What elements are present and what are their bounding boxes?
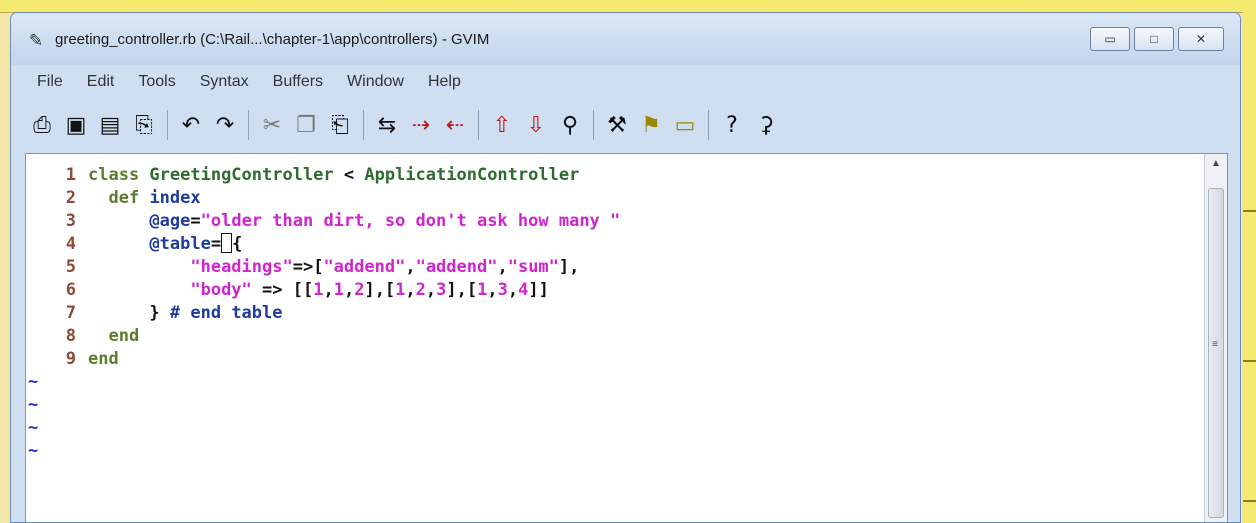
run-script-icon[interactable]: ⚲ xyxy=(557,110,583,140)
menu-file[interactable]: File xyxy=(11,73,73,91)
close-button[interactable]: ✕ xyxy=(1178,27,1224,51)
minimize-button[interactable]: ▭ xyxy=(1090,27,1130,51)
code-line: 6 "body" => [[1,1,2],[1,2,3],[1,3,4]] xyxy=(65,280,549,300)
vertical-scrollbar[interactable]: ▲ ≡ xyxy=(1204,154,1227,522)
code-line: 4 @table={ xyxy=(65,233,243,254)
ctags-icon[interactable]: ⚑ xyxy=(638,110,664,140)
help-icon[interactable]: ? xyxy=(719,110,745,140)
menu-syntax[interactable]: Syntax xyxy=(186,73,259,91)
redo-icon[interactable]: ↷ xyxy=(212,110,238,140)
save-all-icon[interactable]: ▤ xyxy=(97,110,123,140)
menu-edit[interactable]: Edit xyxy=(73,73,125,91)
minimize-icon: ▭ xyxy=(1104,32,1116,46)
copy-icon[interactable]: ❐ xyxy=(293,110,319,140)
close-icon: ✕ xyxy=(1195,32,1207,46)
gvim-window: ✎ greeting_controller.rb (C:\Rail...\cha… xyxy=(10,12,1241,523)
grip-icon: ≡ xyxy=(1212,339,1218,350)
menu-window[interactable]: Window xyxy=(333,73,414,91)
save-icon[interactable]: ▣ xyxy=(63,110,89,140)
toolbar-separator xyxy=(363,110,364,140)
code-line: 5 "headings"=>["addend","addend","sum"], xyxy=(65,257,580,277)
maximize-button[interactable]: □ xyxy=(1134,27,1174,51)
code-line: 3 @age="older than dirt, so don't ask ho… xyxy=(65,211,621,231)
empty-line-marker: ~ xyxy=(28,395,39,415)
code-line: 1 class GreetingController < ApplicationC… xyxy=(65,165,580,185)
code-area[interactable]: 1 class GreetingController < ApplicationC… xyxy=(26,164,1206,463)
code-line: 2 def index xyxy=(65,188,201,208)
save-session-icon[interactable]: ⇩ xyxy=(523,110,549,140)
editor-pane[interactable]: 1 class GreetingController < ApplicationC… xyxy=(25,153,1228,522)
toolbar-separator xyxy=(248,110,249,140)
vim-icon[interactable]: ✎ xyxy=(25,31,47,51)
find-prev-icon[interactable]: ⇠ xyxy=(442,110,468,140)
toolbar: ⎙ ▣ ▤ ⎘ ↶ ↷ ✂ ❐ ⎗ ⇆ ⇢ ⇠ ⇧ ⇩ ⚲ ⚒ ⚑ ▭ ? ⚳ xyxy=(11,99,1240,151)
load-session-icon[interactable]: ⇧ xyxy=(489,110,515,140)
menu-tools[interactable]: Tools xyxy=(124,73,185,91)
toolbar-separator xyxy=(478,110,479,140)
menu-help[interactable]: Help xyxy=(414,73,471,91)
code-line: 8 end xyxy=(65,326,140,346)
make-icon[interactable]: ⚒ xyxy=(604,110,630,140)
toolbar-separator xyxy=(708,110,709,140)
background-window-edge xyxy=(1243,0,1256,523)
window-controls: ▭ □ ✕ xyxy=(1090,27,1224,53)
window-title: greeting_controller.rb (C:\Rail...\chapt… xyxy=(55,31,490,48)
toolbar-separator xyxy=(593,110,594,140)
find-help-icon[interactable]: ⚳ xyxy=(753,110,779,140)
empty-line-marker: ~ xyxy=(28,372,39,392)
undo-icon[interactable]: ↶ xyxy=(178,110,204,140)
maximize-icon: □ xyxy=(1150,32,1158,46)
menu-buffers[interactable]: Buffers xyxy=(259,73,333,91)
find-next-icon[interactable]: ⇢ xyxy=(408,110,434,140)
empty-line-marker: ~ xyxy=(28,441,39,461)
code-line: 9 end xyxy=(65,349,119,369)
replace-icon[interactable]: ⇆ xyxy=(374,110,400,140)
print-icon[interactable]: ⎘ xyxy=(131,110,157,140)
code-line: 7 } # end table xyxy=(65,303,283,323)
scrollbar-thumb[interactable]: ≡ xyxy=(1208,188,1224,518)
tag-jump-icon[interactable]: ▭ xyxy=(672,110,698,140)
open-icon[interactable]: ⎙ xyxy=(29,110,55,140)
title-bar[interactable]: ✎ greeting_controller.rb (C:\Rail...\cha… xyxy=(11,13,1240,65)
cut-icon[interactable]: ✂ xyxy=(259,110,285,140)
toolbar-separator xyxy=(167,110,168,140)
paste-icon[interactable]: ⎗ xyxy=(327,110,353,140)
scroll-up-icon[interactable]: ▲ xyxy=(1205,158,1227,176)
text-cursor xyxy=(221,233,233,253)
empty-line-marker: ~ xyxy=(28,418,39,438)
menu-bar: File Edit Tools Syntax Buffers Window He… xyxy=(11,67,1240,97)
